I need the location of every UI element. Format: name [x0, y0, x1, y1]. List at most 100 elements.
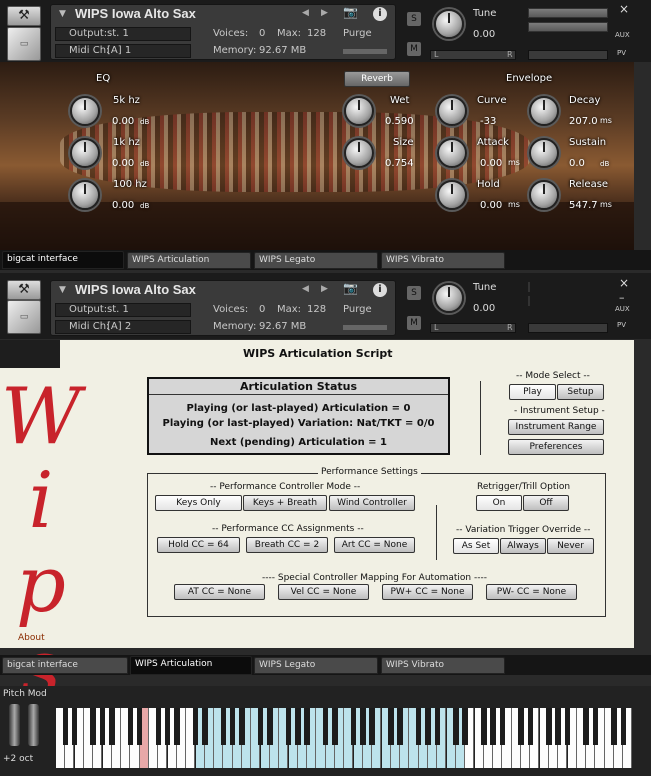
black-key[interactable]: [620, 708, 626, 745]
eq-5k-knob[interactable]: [70, 96, 100, 126]
as-set-button[interactable]: As Set: [453, 538, 499, 554]
purge-menu[interactable]: Purge: [343, 304, 372, 315]
black-key[interactable]: [239, 708, 245, 745]
next-instrument-icon[interactable]: ▶: [321, 8, 328, 18]
eq-100-knob[interactable]: [70, 180, 100, 210]
black-key[interactable]: [257, 708, 264, 745]
black-key[interactable]: [583, 708, 589, 745]
reverb-size-knob[interactable]: [344, 138, 374, 168]
play-button[interactable]: Play: [509, 384, 556, 400]
black-key[interactable]: [192, 708, 199, 745]
black-key[interactable]: [332, 708, 338, 745]
black-key[interactable]: [592, 708, 599, 745]
black-key[interactable]: [415, 708, 422, 745]
sustain-knob[interactable]: [529, 138, 559, 168]
close-icon[interactable]: ×: [619, 276, 629, 290]
aux-button[interactable]: AUX: [615, 305, 630, 313]
next-instrument-icon[interactable]: ▶: [321, 284, 328, 294]
volume-slider[interactable]: [528, 323, 608, 333]
retrigger-off-button[interactable]: Off: [523, 495, 569, 511]
pv-button[interactable]: PV: [617, 321, 626, 329]
retrigger-on-button[interactable]: On: [476, 495, 522, 511]
black-key[interactable]: [164, 708, 171, 745]
black-key[interactable]: [109, 708, 115, 745]
black-key[interactable]: [285, 708, 292, 745]
black-key[interactable]: [174, 708, 180, 745]
setup-button[interactable]: Setup: [557, 384, 604, 400]
black-key[interactable]: [611, 708, 617, 745]
preferences-button[interactable]: Preferences: [508, 439, 604, 455]
black-key[interactable]: [62, 708, 68, 745]
at-cc-button[interactable]: AT CC = None: [174, 584, 265, 600]
black-key[interactable]: [229, 708, 236, 745]
black-key[interactable]: [295, 708, 301, 745]
black-key[interactable]: [481, 708, 487, 745]
max-value[interactable]: 128: [307, 28, 326, 39]
close-icon[interactable]: ×: [619, 2, 629, 16]
black-key[interactable]: [155, 708, 161, 745]
solo-button[interactable]: S: [407, 286, 421, 300]
black-key[interactable]: [546, 708, 552, 745]
pw-plus-cc-button[interactable]: PW+ CC = None: [382, 584, 473, 600]
black-key[interactable]: [360, 708, 366, 745]
info-icon[interactable]: i: [373, 283, 387, 297]
always-button[interactable]: Always: [500, 538, 546, 554]
aux-button[interactable]: AUX: [615, 31, 630, 39]
black-key[interactable]: [220, 708, 227, 745]
mod-wheel[interactable]: [28, 704, 39, 746]
tune-knob[interactable]: [434, 9, 464, 39]
black-key[interactable]: [369, 708, 375, 745]
tab-wips-legato[interactable]: WIPS Legato: [254, 657, 378, 674]
black-key[interactable]: [425, 708, 431, 745]
release-knob[interactable]: [529, 180, 559, 210]
tab-bigcat-interface[interactable]: bigcat interface: [2, 657, 128, 674]
wrench-icon[interactable]: ⚒: [7, 280, 41, 300]
vel-cc-button[interactable]: Vel CC = None: [278, 584, 369, 600]
keys-only-button[interactable]: Keys Only: [155, 495, 242, 511]
black-key[interactable]: [388, 708, 394, 745]
black-key[interactable]: [322, 708, 329, 745]
tune-knob[interactable]: [434, 283, 464, 313]
black-key[interactable]: [202, 708, 208, 745]
collapse-arrow-icon[interactable]: ▼: [59, 9, 66, 19]
black-key[interactable]: [518, 708, 524, 745]
mute-button[interactable]: M: [407, 316, 421, 330]
reverb-wet-knob[interactable]: [344, 96, 374, 126]
tab-wips-vibrato[interactable]: WIPS Vibrato: [381, 252, 505, 269]
mute-button[interactable]: M: [407, 42, 421, 56]
eq-1k-knob[interactable]: [70, 138, 100, 168]
pan-slider[interactable]: [430, 323, 516, 333]
tab-wips-articulation[interactable]: WIPS Articulation: [130, 656, 252, 675]
black-key[interactable]: [434, 708, 440, 745]
wind-controller-button[interactable]: Wind Controller: [329, 495, 415, 511]
keys-breath-button[interactable]: Keys + Breath: [243, 495, 327, 511]
volume-slider[interactable]: [528, 50, 608, 60]
instrument-name[interactable]: WIPS Iowa Alto Sax: [75, 282, 196, 297]
art-cc-button[interactable]: Art CC = None: [334, 537, 415, 553]
pan-slider[interactable]: [430, 50, 516, 60]
solo-button[interactable]: S: [407, 12, 421, 26]
purge-menu[interactable]: Purge: [343, 28, 372, 39]
camera-icon[interactable]: 📷: [343, 281, 358, 295]
black-key[interactable]: [267, 708, 273, 745]
black-key[interactable]: [453, 708, 459, 745]
octave-selector[interactable]: +2 oct: [3, 754, 33, 764]
black-key[interactable]: [527, 708, 533, 745]
pv-button[interactable]: PV: [617, 49, 626, 57]
black-key[interactable]: [350, 708, 357, 745]
camera-icon[interactable]: 📷: [343, 5, 358, 19]
tab-wips-articulation[interactable]: WIPS Articulation: [127, 252, 251, 269]
prev-instrument-icon[interactable]: ◀: [302, 284, 309, 294]
black-key[interactable]: [490, 708, 496, 745]
curve-knob[interactable]: [437, 96, 467, 126]
max-value[interactable]: 128: [307, 304, 326, 315]
pw-minus-cc-button[interactable]: PW- CC = None: [486, 584, 577, 600]
pitch-wheel[interactable]: [9, 704, 20, 746]
hold-knob[interactable]: [437, 180, 467, 210]
attack-knob[interactable]: [437, 138, 467, 168]
black-key[interactable]: [499, 708, 506, 745]
minimize-button[interactable]: –: [619, 291, 625, 304]
black-key[interactable]: [99, 708, 106, 745]
never-button[interactable]: Never: [547, 538, 594, 554]
black-key[interactable]: [564, 708, 571, 745]
